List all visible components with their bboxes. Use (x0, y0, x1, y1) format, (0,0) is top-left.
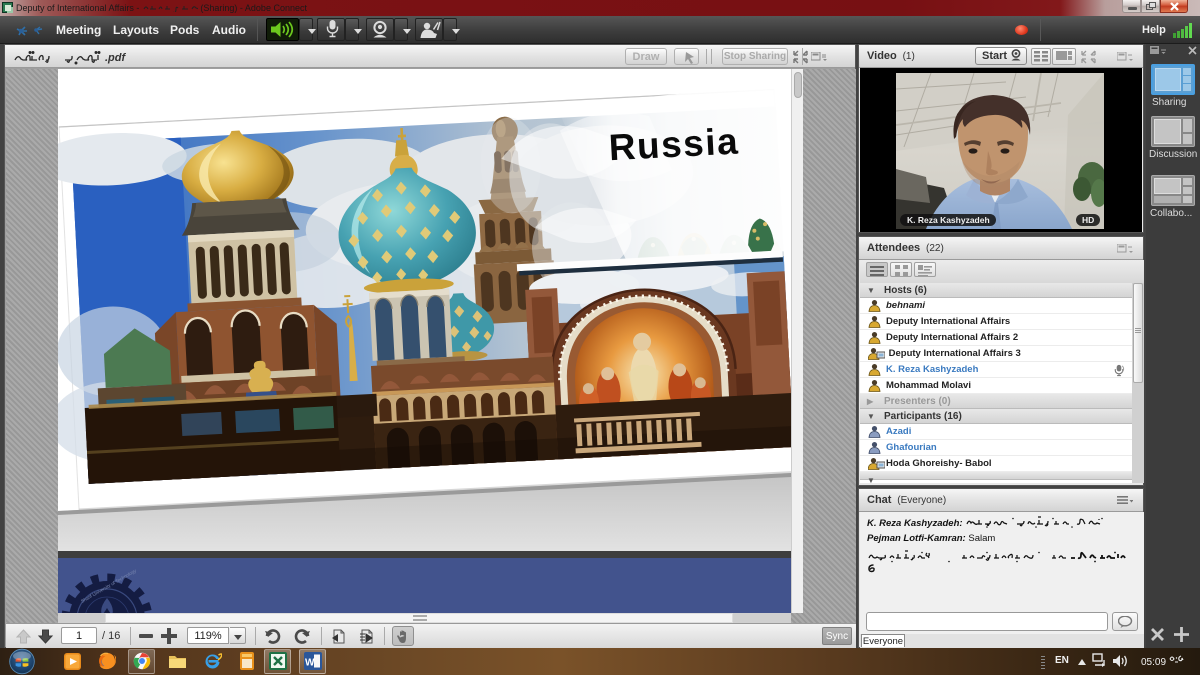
svg-text:W: W (305, 658, 315, 669)
svg-text:.pdf: .pdf (105, 52, 126, 64)
svg-text:K. Reza Kashyzadeh: K. Reza Kashyzadeh (907, 215, 990, 225)
svg-text:HD: HD (1082, 215, 1094, 225)
svg-text:Russia: Russia (608, 120, 740, 168)
